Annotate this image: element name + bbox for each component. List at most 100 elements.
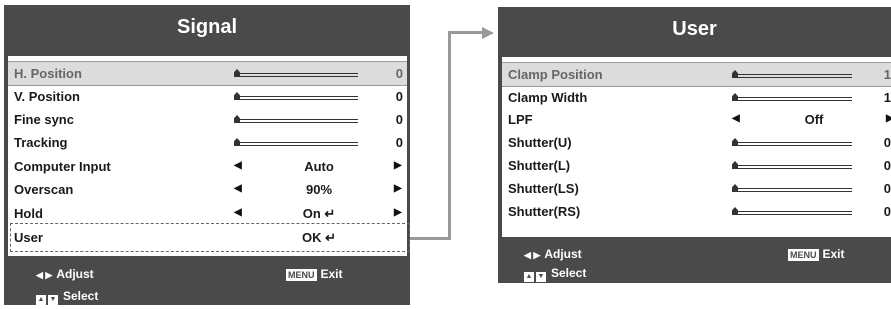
menu-row-label: Clamp Width [508, 90, 588, 105]
left-arrow-icon[interactable]: ◀ [234, 160, 242, 171]
right-arrow-icon[interactable]: ▶ [394, 160, 402, 171]
up-arrow-icon: ▲ [36, 295, 46, 305]
menu-row-fine-sync[interactable]: Fine sync 0 [8, 108, 407, 131]
lpf-value: Off [804, 112, 824, 127]
h-position-slider[interactable] [234, 69, 358, 77]
v-position-slider[interactable] [234, 92, 358, 100]
menu-row-label: Clamp Position [508, 67, 603, 82]
menu-row-value: 0 [883, 158, 891, 173]
menu-row-value: 0 [395, 66, 403, 81]
shutter-rs-slider[interactable] [732, 207, 852, 215]
adjust-label: Adjust [544, 247, 582, 261]
menu-row-shutter-l[interactable]: Shutter(L) 0 [502, 154, 891, 177]
tracking-slider[interactable] [234, 138, 358, 146]
clamp-position-slider[interactable] [732, 70, 852, 78]
slider-knob-icon [732, 184, 738, 192]
menu-row-lpf[interactable]: LPF ◀ Off ▶ [502, 108, 891, 131]
user-menu-panel: User Clamp Position 1 Clamp Width 1 LPF … [498, 7, 891, 283]
menu-row-hold[interactable]: Hold ◀ On ↵ ▶ [8, 202, 407, 225]
user-footer-select: ▲ ▼ Select [524, 266, 586, 282]
menu-key-icon: MENU [788, 249, 819, 261]
user-menu-body: Clamp Position 1 Clamp Width 1 LPF ◀ Off… [502, 57, 891, 237]
right-arrow-icon[interactable]: ▶ [394, 183, 402, 194]
signal-menu-panel: Signal H. Position 0 V. Position 0 Fine … [4, 5, 410, 305]
right-arrow-icon[interactable]: ▶ [886, 113, 891, 124]
user-row-selection-outline [10, 223, 410, 252]
user-menu-title: User [672, 18, 717, 40]
left-right-arrows-icon: ◀ ▶ [36, 270, 53, 280]
menu-row-label: H. Position [14, 66, 82, 81]
menu-row-label: Shutter(L) [508, 158, 571, 173]
slider-knob-icon [234, 69, 240, 77]
menu-row-label: Overscan [14, 182, 74, 197]
left-arrow-icon[interactable]: ◀ [234, 183, 242, 194]
connector-arrow-icon [482, 27, 494, 39]
menu-row-value: 0 [395, 112, 403, 127]
menu-key-icon: MENU [286, 269, 317, 281]
slider-knob-icon [732, 93, 738, 101]
signal-footer-adjust: ◀ ▶ Adjust [36, 267, 94, 281]
user-footer-exit: MENU Exit [788, 247, 845, 261]
menu-row-label: Tracking [14, 135, 68, 150]
select-label: Select [63, 289, 99, 303]
exit-label: Exit [320, 267, 343, 281]
menu-row-label: Shutter(U) [508, 135, 572, 150]
shutter-l-slider[interactable] [732, 161, 852, 169]
menu-row-value: 0 [395, 89, 403, 104]
slider-knob-icon [732, 70, 738, 78]
fine-sync-slider[interactable] [234, 115, 358, 123]
left-arrow-icon[interactable]: ◀ [234, 207, 242, 218]
menu-row-label: Hold [14, 206, 43, 221]
down-arrow-icon: ▼ [48, 295, 58, 305]
menu-row-overscan[interactable]: Overscan ◀ 90% ▶ [8, 178, 407, 201]
menu-row-h-position[interactable]: H. Position 0 [8, 61, 407, 86]
menu-row-label: Shutter(LS) [508, 181, 579, 196]
hold-value: On ↵ [302, 206, 336, 221]
down-arrow-icon: ▼ [536, 272, 546, 282]
connector-line [410, 237, 450, 240]
slider-knob-icon [234, 92, 240, 100]
slider-knob-icon [732, 207, 738, 215]
overscan-value: 90% [305, 182, 333, 197]
up-arrow-icon: ▲ [524, 272, 534, 282]
menu-row-shutter-ls[interactable]: Shutter(LS) 0 [502, 177, 891, 200]
menu-row-value: 0 [395, 135, 403, 150]
menu-row-tracking[interactable]: Tracking 0 [8, 131, 407, 154]
signal-menu-body: H. Position 0 V. Position 0 Fine sync 0 … [8, 56, 410, 256]
user-footer-adjust: ◀ ▶ Adjust [524, 247, 582, 261]
menu-row-label: Fine sync [14, 112, 74, 127]
select-label: Select [551, 266, 587, 280]
menu-row-label: Shutter(RS) [508, 204, 581, 219]
shutter-u-slider[interactable] [732, 138, 852, 146]
computer-input-value: Auto [304, 159, 334, 174]
left-arrow-icon[interactable]: ◀ [732, 113, 740, 124]
slider-knob-icon [732, 138, 738, 146]
connector-line [448, 31, 486, 34]
left-right-arrows-icon: ◀ ▶ [524, 250, 541, 260]
clamp-width-slider[interactable] [732, 93, 852, 101]
menu-row-shutter-rs[interactable]: Shutter(RS) 0 [502, 200, 891, 223]
menu-row-value: 0 [883, 204, 891, 219]
slider-knob-icon [234, 115, 240, 123]
menu-row-label: Computer Input [14, 159, 111, 174]
connector-line [448, 31, 451, 240]
menu-row-label: LPF [508, 112, 533, 127]
right-arrow-icon[interactable]: ▶ [394, 207, 402, 218]
menu-row-value: 1 [883, 90, 891, 105]
signal-footer-exit: MENU Exit [286, 267, 343, 281]
menu-row-clamp-width[interactable]: Clamp Width 1 [502, 86, 891, 109]
menu-row-clamp-position[interactable]: Clamp Position 1 [502, 62, 891, 87]
menu-row-label: V. Position [14, 89, 80, 104]
adjust-label: Adjust [56, 267, 94, 281]
menu-row-shutter-u[interactable]: Shutter(U) 0 [502, 131, 891, 154]
slider-knob-icon [234, 138, 240, 146]
shutter-ls-slider[interactable] [732, 184, 852, 192]
menu-row-v-position[interactable]: V. Position 0 [8, 85, 407, 108]
menu-row-computer-input[interactable]: Computer Input ◀ Auto ▶ [8, 155, 407, 178]
menu-row-value: 0 [883, 135, 891, 150]
menu-row-value: 0 [883, 181, 891, 196]
exit-label: Exit [822, 247, 845, 261]
slider-knob-icon [732, 161, 738, 169]
signal-menu-title: Signal [176, 16, 237, 38]
signal-footer-select: ▲ ▼ Select [36, 289, 98, 305]
